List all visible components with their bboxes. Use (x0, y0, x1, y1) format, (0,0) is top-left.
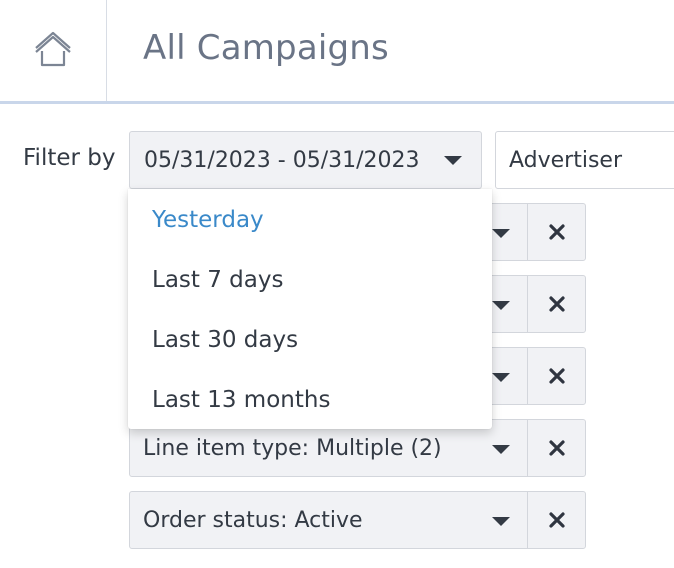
header-divider (106, 0, 107, 101)
date-option-label: Last 30 days (152, 327, 299, 353)
remove-filter-button[interactable] (527, 491, 586, 549)
campaigns-page: All Campaigns Filter by 05/31/2023 - 05/… (0, 0, 674, 568)
remove-filter-button[interactable] (527, 347, 586, 405)
close-icon (548, 512, 565, 528)
date-option-last-13-months[interactable]: Last 13 months (128, 371, 492, 431)
date-option-yesterday[interactable]: Yesterday (128, 191, 492, 251)
filter-chip-order-status: Order status: Active (129, 491, 586, 549)
date-option-label: Last 13 months (152, 387, 331, 413)
filter-by-label: Filter by (23, 145, 116, 171)
chevron-down-icon (492, 301, 510, 310)
date-option-last-30-days[interactable]: Last 30 days (128, 311, 492, 371)
filter-chip-label: Line item type: Multiple (2) (143, 436, 442, 461)
close-icon (548, 440, 565, 456)
date-option-label: Last 7 days (152, 267, 284, 293)
date-range-value: 05/31/2023 - 05/31/2023 (144, 148, 420, 173)
chevron-down-icon (492, 517, 510, 526)
date-option-label: Yesterday (152, 207, 264, 233)
close-icon (548, 224, 565, 240)
date-range-select[interactable]: 05/31/2023 - 05/31/2023 (129, 131, 482, 189)
advertiser-select[interactable]: Advertiser (495, 131, 674, 189)
order-status-select[interactable]: Order status: Active (129, 491, 528, 549)
chevron-down-icon (492, 445, 510, 454)
header-underline (0, 101, 674, 104)
remove-filter-button[interactable] (527, 203, 586, 261)
home-icon (33, 30, 73, 72)
chevron-down-icon (492, 373, 510, 382)
advertiser-value: Advertiser (509, 148, 623, 173)
page-title: All Campaigns (143, 28, 389, 68)
close-icon (548, 296, 565, 312)
home-button[interactable] (0, 0, 106, 101)
filter-chip-label: Order status: Active (143, 508, 363, 533)
chevron-down-icon (444, 156, 462, 165)
chevron-down-icon (492, 229, 510, 238)
close-icon (548, 368, 565, 384)
date-range-dropdown: Yesterday Last 7 days Last 30 days Last … (128, 189, 492, 429)
remove-filter-button[interactable] (527, 419, 586, 477)
date-option-last-7-days[interactable]: Last 7 days (128, 251, 492, 311)
remove-filter-button[interactable] (527, 275, 586, 333)
header: All Campaigns (0, 0, 674, 102)
